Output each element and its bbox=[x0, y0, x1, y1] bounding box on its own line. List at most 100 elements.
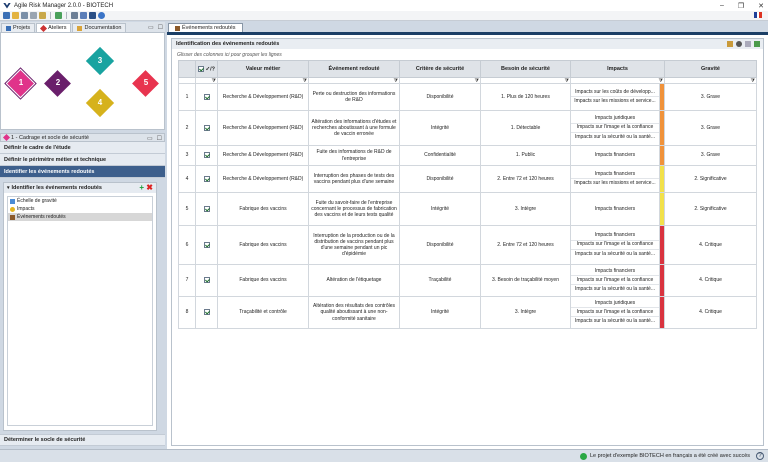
row-checkbox-cell[interactable] bbox=[195, 145, 218, 166]
open-folder-icon[interactable] bbox=[12, 12, 19, 19]
col-header-impacts[interactable]: Impacts bbox=[570, 60, 665, 78]
new-project-icon[interactable] bbox=[3, 12, 10, 19]
filter-cell[interactable]: ⧩ bbox=[664, 77, 757, 84]
cell-critere[interactable]: Traçabilité bbox=[399, 264, 481, 297]
filter-icon[interactable]: ⧩ bbox=[475, 78, 479, 84]
table-row[interactable]: 1 Recherche & Développement (R&D) Perte ou… bbox=[178, 83, 757, 111]
nav-definir-cadre[interactable]: Définir le cadre de l'étude bbox=[0, 142, 165, 154]
cell-besoin[interactable]: 1. Plus de 120 heures bbox=[480, 83, 571, 111]
cell-besoin[interactable]: 1. Détectable bbox=[480, 110, 571, 146]
cell-valeur-metier[interactable]: Fabrique des vaccins bbox=[217, 192, 309, 226]
cell-impacts[interactable]: Impacts financiers Impacts sur l'image et… bbox=[570, 225, 660, 265]
print-icon[interactable] bbox=[30, 12, 37, 19]
cell-gravite[interactable]: 3. Grave bbox=[664, 145, 757, 166]
cell-valeur-metier[interactable]: Recherche & Développement (R&D) bbox=[217, 145, 309, 166]
cell-besoin[interactable]: 3. Intègre bbox=[480, 192, 571, 226]
cell-evenement[interactable]: Interruption de la production ou de la d… bbox=[308, 225, 400, 265]
cell-gravite[interactable]: 3. Grave bbox=[664, 83, 757, 111]
cell-besoin[interactable]: 2. Entre 72 et 120 heures bbox=[480, 165, 571, 193]
tree-item-evenements[interactable]: Événements redoutés bbox=[8, 213, 152, 221]
export-icon[interactable] bbox=[39, 12, 46, 19]
filter-icon[interactable]: ⧩ bbox=[394, 78, 398, 84]
cell-valeur-metier[interactable]: Recherche & Développement (R&D) bbox=[217, 83, 309, 111]
cell-gravite[interactable]: 4. Critique bbox=[664, 225, 757, 265]
collapse-arrow-icon[interactable]: ▾ bbox=[7, 185, 10, 191]
filter-cell[interactable]: ⧩ bbox=[195, 77, 218, 84]
cell-gravite[interactable]: 4. Critique bbox=[664, 264, 757, 297]
cell-critere[interactable]: Confidentialité bbox=[399, 145, 481, 166]
cell-critere[interactable]: Intégrité bbox=[399, 296, 481, 329]
row-checkbox-cell[interactable] bbox=[195, 110, 218, 146]
table-row[interactable]: 5 Fabrique des vaccins Fuite du savoir-fai… bbox=[178, 192, 757, 226]
cell-impacts[interactable]: Impacts financiers bbox=[570, 145, 660, 166]
cell-besoin[interactable]: 3. Intègre bbox=[480, 296, 571, 329]
maximize-button[interactable]: ❐ bbox=[738, 2, 744, 10]
delete-button[interactable]: ✖ bbox=[146, 184, 153, 192]
row-checkbox[interactable] bbox=[203, 124, 210, 131]
cell-critere[interactable]: Disponibilité bbox=[399, 83, 481, 111]
tab-documentation[interactable]: Documentation bbox=[72, 23, 127, 32]
cell-valeur-metier[interactable]: Fabrique des vaccins bbox=[217, 264, 309, 297]
filter-cell[interactable]: ⧩ bbox=[217, 77, 309, 84]
table-row[interactable]: 2 Recherche & Développement (R&D) Altérati… bbox=[178, 110, 757, 146]
group-by-bar[interactable]: Glisser des colonnes ici pour grouper le… bbox=[172, 49, 763, 60]
tree-item-impacts[interactable]: Impacts bbox=[8, 205, 152, 213]
filter-icon[interactable]: ⧩ bbox=[303, 78, 307, 84]
add-button[interactable]: + bbox=[139, 184, 144, 192]
row-checkbox-cell[interactable] bbox=[195, 192, 218, 226]
language-flag-icon[interactable] bbox=[754, 12, 763, 18]
cell-critere[interactable]: Disponibilité bbox=[399, 165, 481, 193]
cell-valeur-metier[interactable]: Recherche & Développement (R&D) bbox=[217, 110, 309, 146]
filter-icon[interactable]: ⧩ bbox=[565, 78, 569, 84]
table-row[interactable]: 3 Recherche & Développement (R&D) Fuite de… bbox=[178, 145, 757, 166]
filter-cell[interactable]: ⧩ bbox=[399, 77, 481, 84]
cell-impacts[interactable]: Impacts financiers bbox=[570, 192, 660, 226]
col-header-gravite[interactable]: Gravité bbox=[664, 60, 757, 78]
minimize-button[interactable]: – bbox=[720, 2, 724, 9]
settings-icon[interactable] bbox=[736, 41, 742, 47]
nav-determiner-socle[interactable]: Déterminer le socle de sécurité bbox=[0, 434, 165, 446]
save-icon[interactable] bbox=[21, 12, 28, 19]
dropdown-icon[interactable] bbox=[89, 12, 96, 19]
check-icon[interactable] bbox=[55, 12, 62, 19]
col-header-evenement[interactable]: Événement redouté bbox=[308, 60, 400, 78]
cell-critere[interactable]: Intégrité bbox=[399, 192, 481, 226]
help-circle-icon[interactable] bbox=[98, 12, 105, 19]
header-checkbox[interactable] bbox=[197, 65, 204, 72]
row-checkbox-cell[interactable] bbox=[195, 264, 218, 297]
tools-icon[interactable] bbox=[80, 12, 87, 19]
cell-evenement[interactable]: Perte ou destruction des informations de… bbox=[308, 83, 400, 111]
tab-projets[interactable]: Projets bbox=[1, 23, 36, 32]
cell-evenement[interactable]: Fuite des informations de R&D de l'entre… bbox=[308, 145, 400, 166]
cell-besoin[interactable]: 2. Entre 72 et 120 heures bbox=[480, 225, 571, 265]
row-checkbox-cell[interactable] bbox=[195, 225, 218, 265]
col-header-valeur[interactable]: Valeur métier bbox=[217, 60, 309, 78]
maximize-pane-button[interactable]: ☐ bbox=[157, 135, 162, 142]
cell-evenement[interactable]: Altération des résultats des contrôles q… bbox=[308, 296, 400, 329]
cell-gravite[interactable]: 2. Significative bbox=[664, 165, 757, 193]
row-checkbox-cell[interactable] bbox=[195, 296, 218, 329]
filter-cell[interactable]: ⧩ bbox=[570, 77, 665, 84]
maximize-pane-button[interactable]: ☐ bbox=[158, 24, 163, 31]
settings-icon[interactable] bbox=[71, 12, 78, 19]
cell-besoin[interactable]: 3. Besoin de traçabilité moyen bbox=[480, 264, 571, 297]
filter-icon[interactable]: ⧩ bbox=[659, 78, 663, 84]
table-row[interactable]: 6 Fabrique des vaccins Interruption de la … bbox=[178, 225, 757, 265]
table-row[interactable]: 4 Recherche & Développement (R&D) Interrup… bbox=[178, 165, 757, 193]
table-row[interactable]: 8 Traçabilité et contrôle Altération des r… bbox=[178, 296, 757, 329]
nav-definir-perimetre[interactable]: Définir le périmètre métier et technique bbox=[0, 154, 165, 166]
row-checkbox[interactable] bbox=[203, 93, 210, 100]
close-button[interactable]: ✕ bbox=[758, 2, 764, 10]
help-icon[interactable]: ? bbox=[756, 452, 764, 460]
filter-cell[interactable]: ⧩ bbox=[480, 77, 571, 84]
filter-cell[interactable]: ⧩ bbox=[308, 77, 400, 84]
row-checkbox[interactable] bbox=[203, 309, 210, 316]
cell-gravite[interactable]: 2. Significative bbox=[664, 192, 757, 226]
cell-evenement[interactable]: Altération des informations d'études et … bbox=[308, 110, 400, 146]
cell-evenement[interactable]: Interruption des phases de tests des vac… bbox=[308, 165, 400, 193]
cell-gravite[interactable]: 3. Grave bbox=[664, 110, 757, 146]
minimize-pane-button[interactable]: ▭ bbox=[147, 135, 153, 142]
cell-besoin[interactable]: 1. Public bbox=[480, 145, 571, 166]
table-row[interactable]: 7 Fabrique des vaccins Altération de l'éti… bbox=[178, 264, 757, 297]
row-checkbox[interactable] bbox=[203, 241, 210, 248]
